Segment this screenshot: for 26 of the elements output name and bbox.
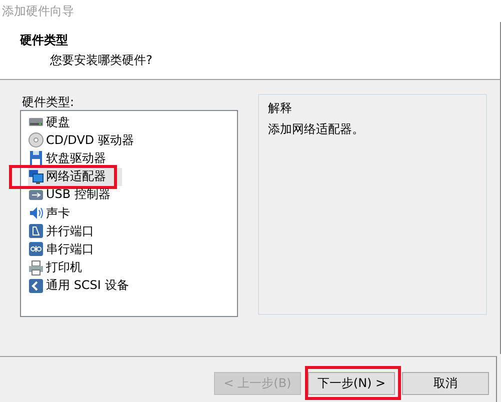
list-item[interactable]: 软盘驱动器 bbox=[28, 149, 122, 168]
explanation-text: 添加网络适配器。 bbox=[268, 122, 364, 136]
page-subtitle: 您要安装哪类硬件? bbox=[50, 53, 152, 67]
sound-icon bbox=[28, 205, 44, 222]
group-title: 解释 bbox=[268, 101, 292, 115]
page-title: 硬件类型 bbox=[20, 32, 69, 49]
list-item[interactable]: USB 控制器 bbox=[28, 186, 126, 204]
list-item[interactable]: 声卡 bbox=[28, 204, 86, 222]
optical-icon bbox=[28, 132, 44, 148]
list-item[interactable]: 打印机 bbox=[28, 258, 98, 277]
list-item[interactable]: 通用 SCSI 设备 bbox=[28, 276, 145, 295]
scsi-icon bbox=[28, 278, 44, 294]
wizard-button[interactable]: 下一步(N) > bbox=[308, 372, 395, 395]
floppy-icon bbox=[28, 150, 44, 166]
serial-icon bbox=[28, 241, 44, 258]
list-item[interactable]: 网络适配器 bbox=[28, 168, 122, 186]
window-title: 添加硬件向导 bbox=[1, 2, 74, 20]
network-icon bbox=[28, 168, 44, 185]
list-item[interactable]: 串行端口 bbox=[28, 240, 110, 258]
list-item[interactable]: 硬盘 bbox=[28, 113, 86, 132]
printer-icon bbox=[28, 260, 44, 276]
wizard-button[interactable]: 取消 bbox=[402, 372, 489, 395]
list-item[interactable]: CD/DVD 驱动器 bbox=[28, 131, 150, 150]
list-label: 硬件类型: bbox=[22, 95, 74, 109]
list-item[interactable]: 并行端口 bbox=[28, 222, 110, 240]
parallel-icon bbox=[28, 223, 44, 240]
